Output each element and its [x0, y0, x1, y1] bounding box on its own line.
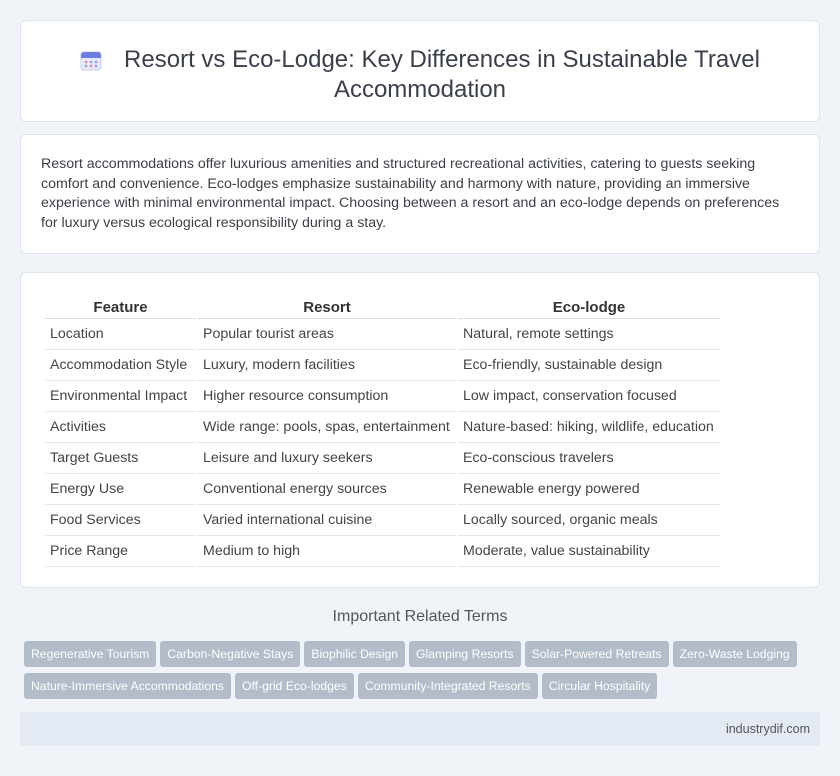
table-cell: Price Range: [45, 536, 196, 567]
tag-solar-powered-retreats[interactable]: Solar-Powered Retreats: [524, 641, 669, 667]
header-feature: Feature: [45, 295, 196, 319]
table-row: Location Popular tourist areas Natural, …: [45, 319, 720, 350]
table-cell: Wide range: pools, spas, entertainment: [198, 412, 456, 443]
table-cell: Locally sourced, organic meals: [458, 505, 720, 536]
table-row: Accommodation Style Luxury, modern facil…: [45, 350, 720, 381]
table-cell: Food Services: [45, 505, 196, 536]
tag-nature-immersive-accommodations[interactable]: Nature-Immersive Accommodations: [24, 673, 232, 699]
header-eco-lodge: Eco-lodge: [458, 295, 720, 319]
page-title-wrap: Resort vs Eco-Lodge: Key Differences in …: [61, 45, 779, 105]
title-card: Resort vs Eco-Lodge: Key Differences in …: [20, 20, 820, 122]
footer-site-link[interactable]: industrydif.com: [726, 722, 810, 736]
table-cell: Leisure and luxury seekers: [198, 443, 456, 474]
related-terms-tags: Regenerative Tourism Carbon-Negative Stay…: [24, 641, 824, 705]
table-cell: Conventional energy sources: [198, 474, 456, 505]
table-row: Environmental Impact Higher resource con…: [45, 381, 720, 412]
table-cell: Eco-friendly, sustainable design: [458, 350, 720, 381]
table-cell: Natural, remote settings: [458, 319, 720, 350]
tag-community-integrated-resorts[interactable]: Community-Integrated Resorts: [357, 673, 538, 699]
table-cell: Target Guests: [45, 443, 196, 474]
related-terms-title: Important Related Terms: [332, 608, 508, 625]
comparison-table: Feature Resort Eco-lodge Location Popula…: [43, 295, 722, 567]
intro-card: Resort accommodations offer luxurious am…: [20, 134, 820, 254]
tag-circular-hospitality[interactable]: Circular Hospitality: [541, 673, 658, 699]
table-cell: Location: [45, 319, 196, 350]
tag-zero-waste-lodging[interactable]: Zero-Waste Lodging: [672, 641, 797, 667]
intro-paragraph: Resort accommodations offer luxurious am…: [41, 156, 780, 231]
table-cell: Medium to high: [198, 536, 456, 567]
table-cell: Varied international cuisine: [198, 505, 456, 536]
table-cell: Renewable energy powered: [458, 474, 720, 505]
header-resort: Resort: [198, 295, 456, 319]
calendar-icon: [80, 51, 102, 71]
table-cell: Eco-conscious travelers: [458, 443, 720, 474]
table-cell: Activities: [45, 412, 196, 443]
footer: industrydif.com: [20, 712, 820, 746]
table-cell: Energy Use: [45, 474, 196, 505]
tag-regenerative-tourism[interactable]: Regenerative Tourism: [24, 641, 157, 667]
tag-off-grid-eco-lodges[interactable]: Off-grid Eco-lodges: [235, 673, 354, 699]
table-cell: Higher resource consumption: [198, 381, 456, 412]
table-cell: Popular tourist areas: [198, 319, 456, 350]
tag-glamping-resorts[interactable]: Glamping Resorts: [409, 641, 521, 667]
table-cell: Moderate, value sustainability: [458, 536, 720, 567]
table-row: Energy Use Conventional energy sources R…: [45, 474, 720, 505]
tag-carbon-negative-stays[interactable]: Carbon-Negative Stays: [160, 641, 301, 667]
table-cell: Low impact, conservation focused: [458, 381, 720, 412]
table-cell: Accommodation Style: [45, 350, 196, 381]
tag-biophilic-design[interactable]: Biophilic Design: [304, 641, 406, 667]
table-cell: Luxury, modern facilities: [198, 350, 456, 381]
table-row: Food Services Varied international cuisi…: [45, 505, 720, 536]
table-cell: Environmental Impact: [45, 381, 196, 412]
table-row: Target Guests Leisure and luxury seekers…: [45, 443, 720, 474]
table-header-row: Feature Resort Eco-lodge: [45, 295, 720, 319]
table-row: Price Range Medium to high Moderate, val…: [45, 536, 720, 567]
table-cell: Nature-based: hiking, wildlife, educatio…: [458, 412, 720, 443]
page-title: Resort vs Eco-Lodge: Key Differences in …: [124, 46, 760, 103]
table-row: Activities Wide range: pools, spas, ente…: [45, 412, 720, 443]
comparison-card: Feature Resort Eco-lodge Location Popula…: [20, 272, 820, 588]
